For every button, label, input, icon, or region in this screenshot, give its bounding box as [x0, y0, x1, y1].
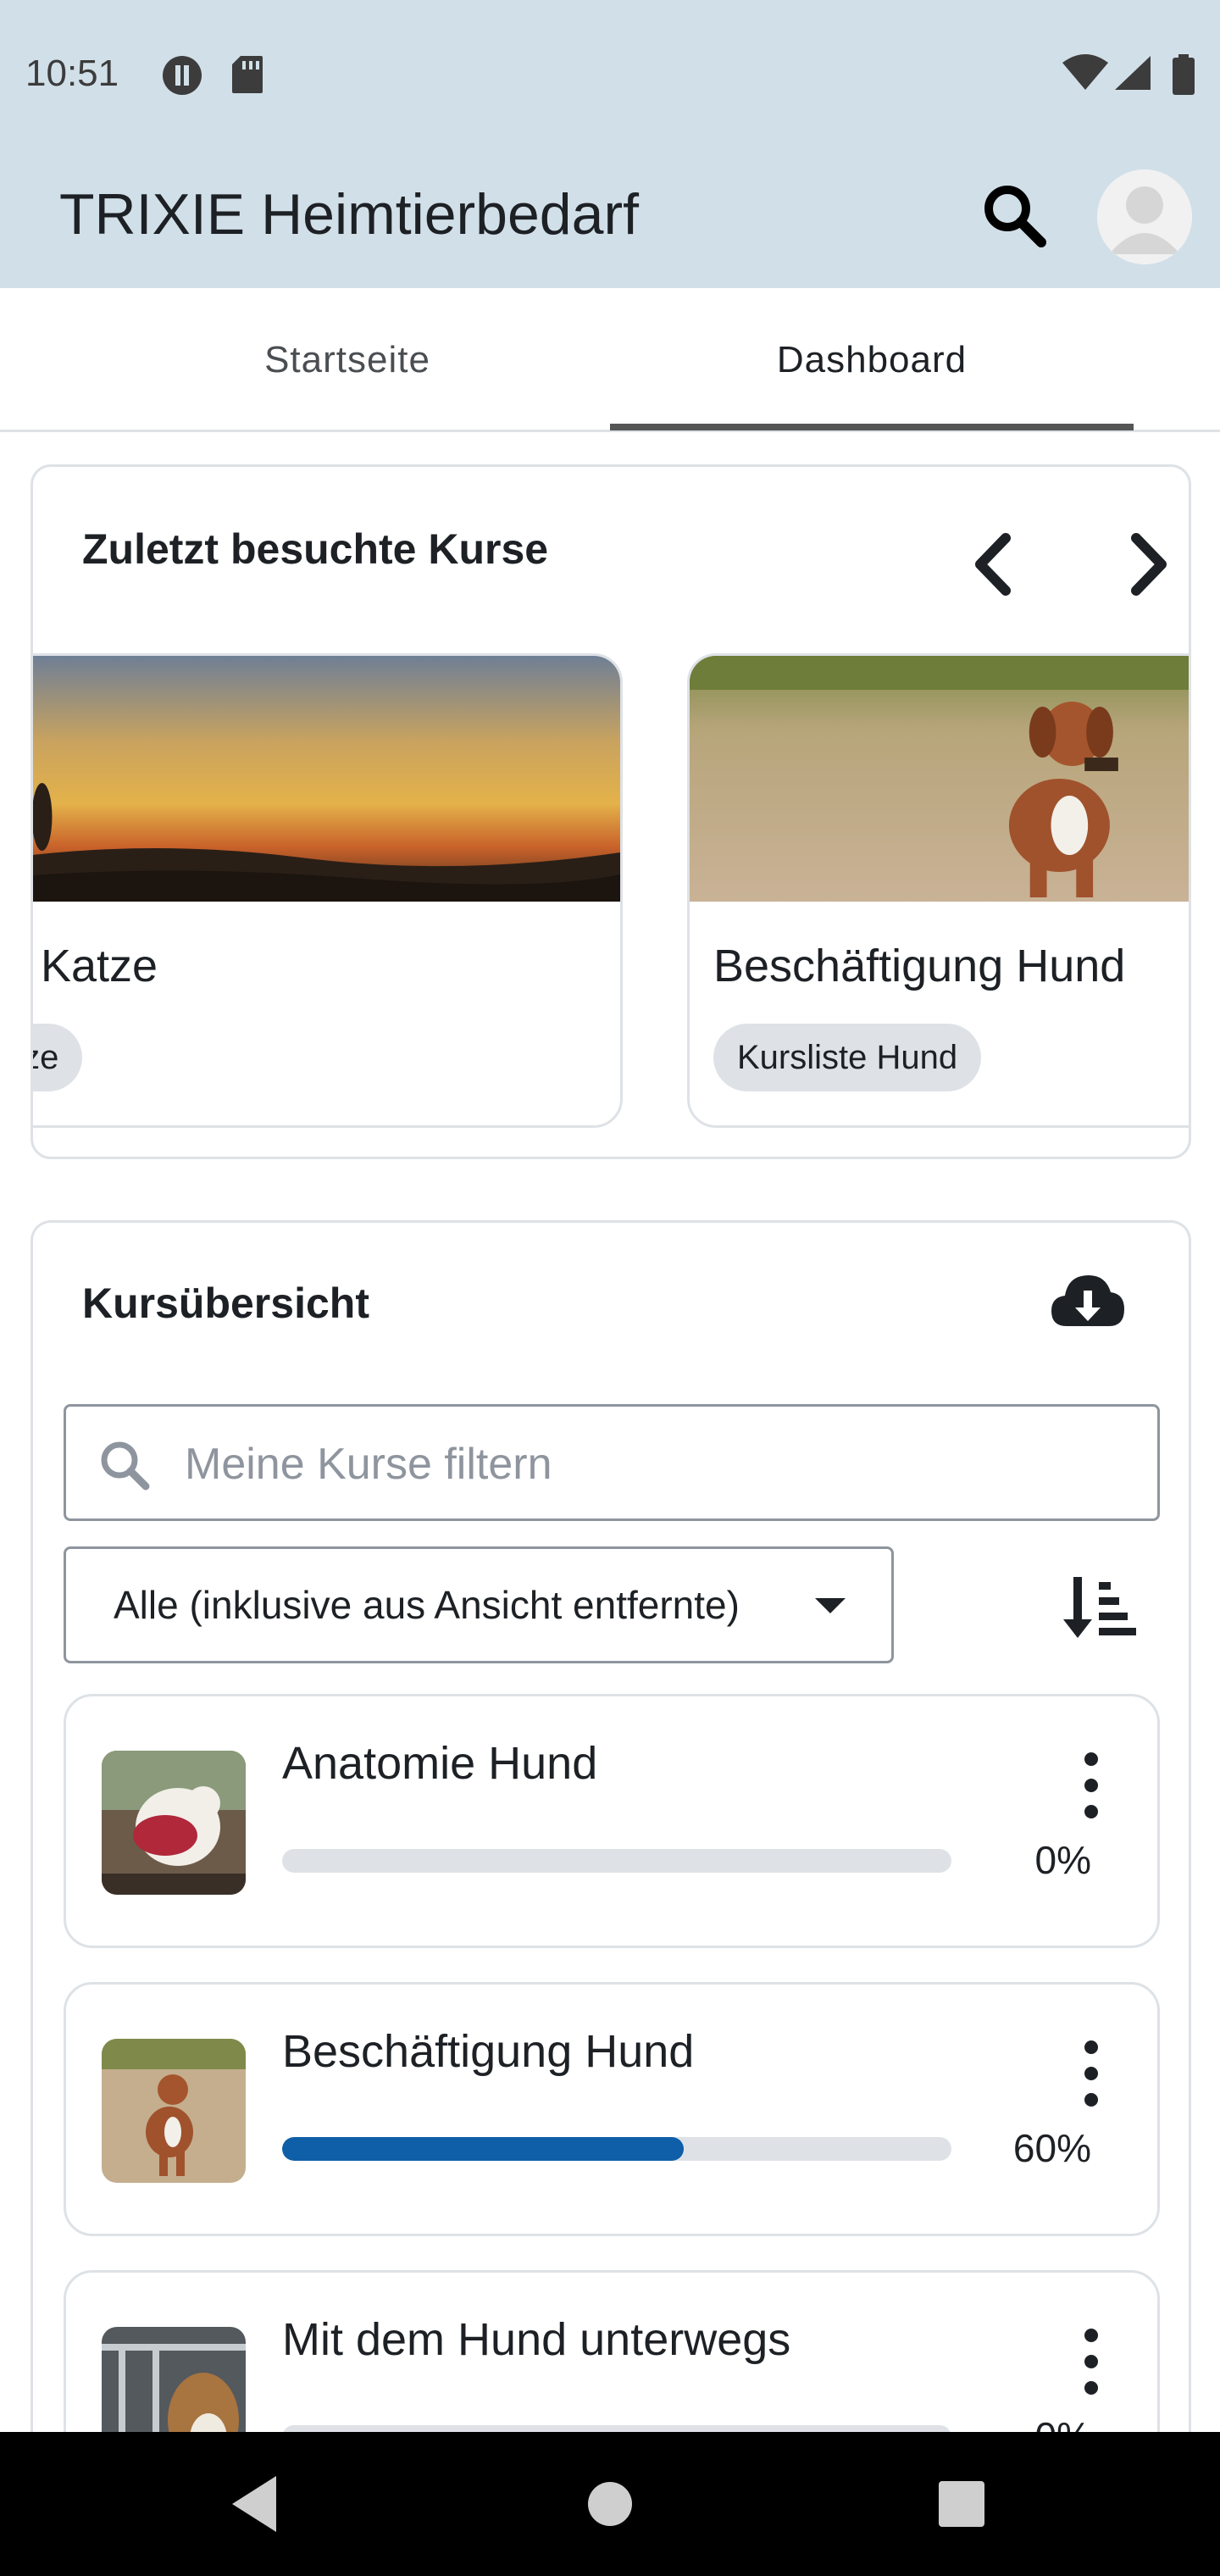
course-progress-percent: 0%	[1034, 1838, 1091, 1882]
course-name[interactable]: Anatomie Hund	[282, 1737, 597, 1790]
course-name[interactable]: Mit dem Hund unterwegs	[282, 2313, 790, 2366]
status-bar: 10:51	[0, 0, 1220, 144]
sd-card-icon	[232, 56, 263, 93]
user-avatar[interactable]	[1097, 169, 1192, 264]
tab-startseite[interactable]: Startseite	[85, 288, 610, 432]
course-progress-percent: 60%	[1012, 2126, 1091, 2170]
recents-icon[interactable]	[923, 2466, 1000, 2542]
course-filter-field[interactable]	[64, 1404, 1160, 1521]
tab-dashboard[interactable]: Dashboard	[610, 288, 1134, 432]
course-name[interactable]: Beschäftigung Hund	[282, 2025, 694, 2078]
search-icon	[101, 1441, 150, 1491]
course-progress-bar	[282, 2137, 951, 2161]
site-title: TRIXIE Heimtierbedarf	[59, 182, 639, 247]
course-list-item[interactable]: Beschäftigung Hund 60%	[64, 1982, 1160, 2236]
kebab-menu-icon[interactable]	[1062, 1747, 1121, 1824]
course-thumbnail	[102, 1751, 246, 1895]
course-image-dog	[690, 656, 1189, 902]
primary-navigation-tabs: Startseite Dashboard	[0, 288, 1220, 432]
recent-courses-block: Zuletzt besuchte Kurse Katze tze	[30, 464, 1191, 1159]
course-thumbnail-white-dog	[102, 1751, 246, 1895]
recent-course-card[interactable]: Beschäftigung Hund Kursliste Hund	[687, 653, 1189, 1128]
back-icon[interactable]	[217, 2466, 293, 2542]
system-navigation-bar	[0, 2432, 1220, 2576]
wifi-icon	[1062, 54, 1108, 90]
grouping-dropdown[interactable]: Alle (inklusive aus Ansicht entfernte)	[64, 1546, 894, 1663]
caret-down-icon	[815, 1598, 846, 1613]
home-icon[interactable]	[572, 2466, 648, 2542]
course-thumbnail	[102, 2039, 246, 2183]
sort-amount-icon[interactable]	[1058, 1563, 1143, 1648]
search-icon[interactable]	[979, 180, 1050, 251]
course-progress-bar	[282, 1849, 951, 1873]
course-thumbnail-dog-field	[102, 2039, 246, 2183]
recent-course-category-badge: tze	[33, 1024, 83, 1091]
course-overview-block: Kursübersicht Alle (inklusive aus Ansich…	[30, 1220, 1191, 2491]
kebab-menu-icon[interactable]	[1062, 2035, 1121, 2112]
active-tab-indicator	[610, 424, 1134, 430]
course-progress-fill	[282, 2137, 684, 2161]
status-time: 10:51	[25, 53, 119, 94]
course-filter-input[interactable]	[185, 1424, 1117, 1505]
course-image-sunset	[33, 656, 620, 902]
cloud-download-icon[interactable]	[1050, 1267, 1126, 1335]
app-bar: TRIXIE Heimtierbedarf	[0, 144, 1220, 288]
cell-signal-icon	[1115, 56, 1151, 90]
recent-course-name[interactable]: Beschäftigung Hund	[713, 940, 1125, 992]
pause-circle-icon	[163, 56, 202, 95]
recent-course-category-badge: Kursliste Hund	[713, 1024, 982, 1091]
grouping-dropdown-value: Alle (inklusive aus Ansicht entfernte)	[114, 1583, 740, 1627]
battery-icon	[1173, 54, 1195, 95]
recent-courses-title: Zuletzt besuchte Kurse	[82, 525, 549, 573]
course-list-item[interactable]: Anatomie Hund 0%	[64, 1694, 1160, 1948]
recent-course-name[interactable]: Katze	[41, 940, 158, 992]
chevron-left-icon[interactable]	[957, 526, 1033, 602]
recent-course-card[interactable]: Katze tze	[33, 653, 623, 1128]
chevron-right-icon[interactable]	[1109, 526, 1185, 602]
avatar-icon	[1097, 169, 1192, 264]
course-overview-title: Kursübersicht	[82, 1280, 369, 1327]
kebab-menu-icon[interactable]	[1062, 2323, 1121, 2400]
